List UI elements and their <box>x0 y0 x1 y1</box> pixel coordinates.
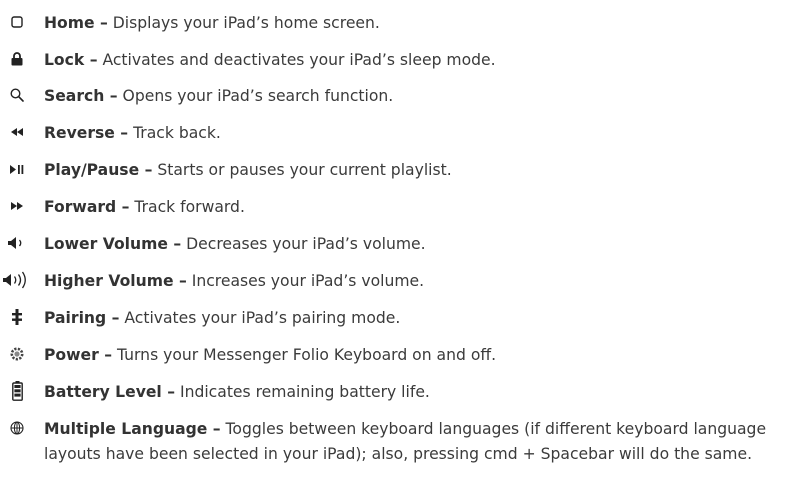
key-name: Higher Volume – <box>44 272 187 290</box>
key-name: Play/Pause – <box>44 161 153 179</box>
play-pause-key-description: Play/Pause – Starts or pauses your curre… <box>44 158 774 183</box>
key-description-text: Opens your iPad’s search function. <box>117 87 394 105</box>
lock-icon <box>0 47 34 71</box>
key-description-text: Decreases your iPad’s volume. <box>181 235 426 253</box>
key-description-text: Turns your Messenger Folio Keyboard on a… <box>112 346 497 364</box>
higher-volume-key-row: Higher Volume – Increases your iPad’s vo… <box>0 268 788 292</box>
forward-key-row: Forward – Track forward. <box>0 194 788 218</box>
key-name: Power – <box>44 346 113 364</box>
key-description-text: Activates your iPad’s pairing mode. <box>119 309 401 327</box>
home-key-description: Home – Displays your iPad’s home screen. <box>44 11 774 36</box>
key-name: Search – <box>44 87 118 105</box>
reverse-icon <box>0 120 34 144</box>
reverse-key-row: Reverse – Track back. <box>0 120 788 144</box>
multiple-language-key-description: Multiple Language – Toggles between keyb… <box>44 417 774 466</box>
key-description-text: Indicates remaining battery life. <box>175 383 430 401</box>
forward-key-description: Forward – Track forward. <box>44 195 774 220</box>
lock-key-description: Lock – Activates and deactivates your iP… <box>44 48 774 73</box>
lock-key-row: Lock – Activates and deactivates your iP… <box>0 47 788 71</box>
reverse-key-description: Reverse – Track back. <box>44 121 774 146</box>
key-description-text: Track back. <box>128 124 221 142</box>
lower-volume-key-row: Lower Volume – Decreases your iPad’s vol… <box>0 231 788 255</box>
play-pause-key-row: Play/Pause – Starts or pauses your curre… <box>0 157 788 181</box>
power-key-row: Power – Turns your Messenger Folio Keybo… <box>0 342 788 366</box>
key-name: Lower Volume – <box>44 235 182 253</box>
power-key-description: Power – Turns your Messenger Folio Keybo… <box>44 343 774 368</box>
lower-volume-key-description: Lower Volume – Decreases your iPad’s vol… <box>44 232 774 257</box>
home-icon <box>0 10 34 34</box>
key-name: Reverse – <box>44 124 129 142</box>
key-name: Battery Level – <box>44 383 176 401</box>
key-description-text: Increases your iPad’s volume. <box>186 272 425 290</box>
key-name: Pairing – <box>44 309 120 327</box>
pairing-key-row: Pairing – Activates your iPad’s pairing … <box>0 305 788 329</box>
key-description-text: Displays your iPad’s home screen. <box>107 14 380 32</box>
key-name: Forward – <box>44 198 130 216</box>
higher-volume-key-description: Higher Volume – Increases your iPad’s vo… <box>44 269 774 294</box>
search-key-row: Search – Opens your iPad’s search functi… <box>0 83 788 107</box>
forward-icon <box>0 194 34 218</box>
key-name: Multiple Language – <box>44 420 221 438</box>
battery-icon <box>0 379 34 403</box>
power-icon <box>0 342 34 366</box>
key-description-text: Track forward. <box>129 198 245 216</box>
key-description-text: Starts or pauses your current playlist. <box>152 161 452 179</box>
search-key-description: Search – Opens your iPad’s search functi… <box>44 84 774 109</box>
key-name: Home – <box>44 14 108 32</box>
key-description-text: Activates and deactivates your iPad’s sl… <box>97 51 496 69</box>
battery-level-key-row: Battery Level – Indicates remaining batt… <box>0 379 788 403</box>
pairing-key-description: Pairing – Activates your iPad’s pairing … <box>44 306 774 331</box>
key-name: Lock – <box>44 51 98 69</box>
globe-icon <box>0 416 34 440</box>
multiple-language-key-row: Multiple Language – Toggles between keyb… <box>0 416 788 496</box>
home-key-row: Home – Displays your iPad’s home screen. <box>0 10 788 34</box>
play-pause-icon <box>0 157 34 181</box>
pairing-icon <box>0 305 34 329</box>
lower-volume-icon <box>0 231 34 255</box>
higher-volume-icon <box>0 268 41 292</box>
search-icon <box>0 83 34 107</box>
battery-level-key-description: Battery Level – Indicates remaining batt… <box>44 380 774 405</box>
